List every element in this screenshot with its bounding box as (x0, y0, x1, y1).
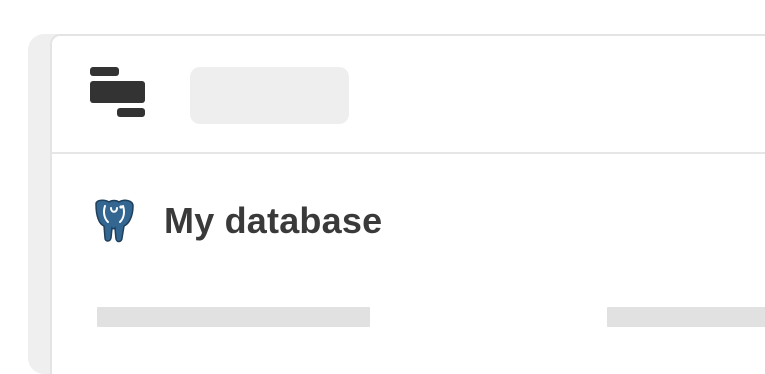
skeleton-line-2 (607, 307, 765, 327)
toolbar (52, 36, 765, 154)
app-window: My database (50, 34, 765, 374)
logo-bar-top (90, 67, 119, 76)
database-header: My database (92, 198, 382, 244)
stacked-bars-logo-icon[interactable] (90, 67, 146, 121)
database-title: My database (164, 200, 383, 241)
postgresql-elephant-icon (95, 199, 134, 243)
logo-bar-middle (90, 81, 145, 103)
logo-bar-bottom (117, 108, 145, 117)
skeleton-line-1 (97, 307, 370, 327)
toolbar-placeholder-pill[interactable] (190, 67, 349, 124)
